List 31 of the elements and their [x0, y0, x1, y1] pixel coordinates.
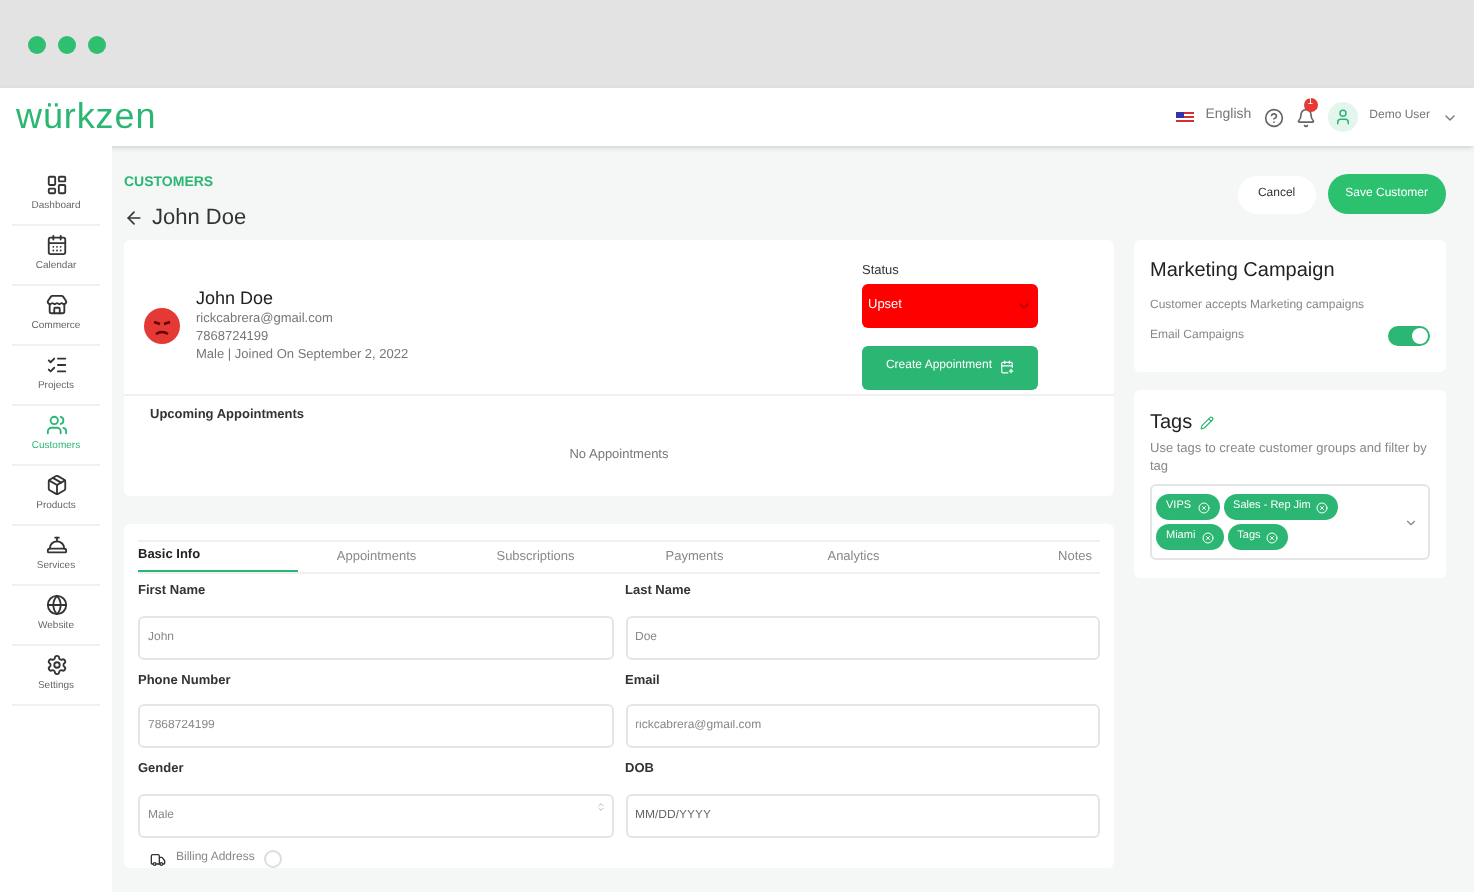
bell-icon: [45, 534, 67, 557]
remove-icon[interactable]: [1197, 501, 1210, 513]
customer-name: John Doe: [196, 286, 276, 310]
dashboard-icon: [45, 174, 67, 197]
store-icon: [45, 294, 67, 317]
avatar-icon[interactable]: [1327, 102, 1358, 132]
sort-arrows-icon: [595, 802, 605, 812]
globe-icon: [45, 594, 67, 617]
page-title: John Doe: [152, 203, 247, 233]
card-title: Marketing Campaign: [1150, 258, 1337, 286]
flag-icon: [1175, 111, 1194, 123]
calendar-icon: [1000, 360, 1015, 375]
package-icon: [45, 474, 67, 497]
billing-radio[interactable]: [264, 850, 283, 868]
remove-icon[interactable]: [1201, 531, 1214, 543]
remove-icon[interactable]: [1266, 531, 1279, 543]
remove-icon[interactable]: [1316, 501, 1329, 513]
card-title: Tags: [1150, 410, 1193, 438]
caret-icon: [1404, 515, 1418, 529]
checklist-icon: [45, 354, 67, 377]
notification-icon[interactable]: [1295, 107, 1316, 127]
back-arrow-icon[interactable]: [124, 207, 144, 228]
email-toggle[interactable]: [1388, 326, 1430, 346]
calendar-icon: [45, 234, 67, 257]
users-icon: [45, 414, 67, 437]
logo: würkzen: [16, 94, 157, 140]
help-icon[interactable]: [1263, 107, 1284, 127]
edit-icon[interactable]: [1200, 416, 1215, 430]
angry-face-icon: [144, 307, 180, 343]
truck-icon: [150, 851, 166, 867]
settings-icon: [45, 654, 67, 677]
